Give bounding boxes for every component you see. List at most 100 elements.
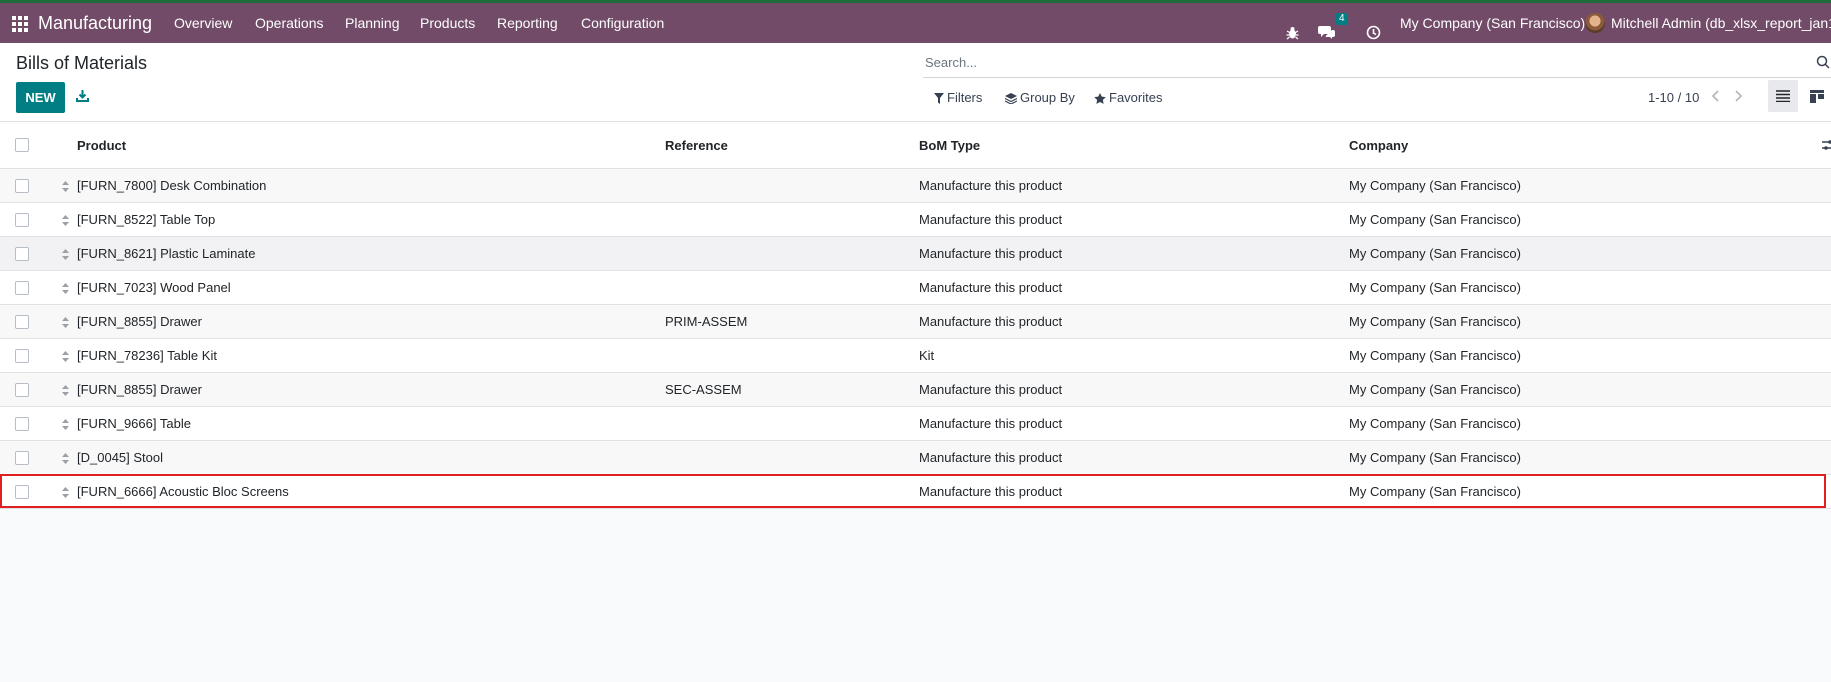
user-menu[interactable]: Mitchell Admin (db_xlsx_report_jan17: [1611, 3, 1831, 43]
user-avatar[interactable]: [1585, 13, 1605, 33]
cell-bom-type: Manufacture this product: [919, 314, 1063, 329]
debug-bug-icon[interactable]: [1286, 16, 1299, 40]
search-input[interactable]: [925, 49, 1725, 75]
drag-handle-icon[interactable]: [62, 282, 69, 297]
row-checkbox[interactable]: [15, 314, 29, 329]
cell-bom-type: Manufacture this product: [919, 280, 1063, 295]
star-icon: [1094, 93, 1106, 104]
new-button[interactable]: NEW: [16, 82, 65, 113]
kanban-view-icon: [1810, 90, 1824, 103]
table-row[interactable]: [D_0045] Stool Manufacture this product …: [0, 441, 1831, 475]
favorites-button[interactable]: Favorites: [1094, 90, 1162, 105]
drag-handle-icon[interactable]: [62, 418, 69, 433]
cell-bom-type: Manufacture this product: [919, 212, 1063, 227]
table-row[interactable]: [FURN_7023] Wood Panel Manufacture this …: [0, 271, 1831, 305]
cell-product: [FURN_8855] Drawer: [77, 314, 202, 329]
select-all-checkbox[interactable]: [15, 138, 29, 152]
cell-company: My Company (San Francisco): [1349, 314, 1521, 329]
header-reference[interactable]: Reference: [665, 122, 728, 168]
chat-messages-icon[interactable]: [1318, 16, 1335, 39]
menu-operations[interactable]: Operations: [255, 3, 323, 43]
row-checkbox[interactable]: [15, 178, 29, 193]
search-icon[interactable]: [1816, 55, 1830, 72]
cell-reference: PRIM-ASSEM: [665, 314, 748, 329]
table-row[interactable]: [FURN_8855] Drawer PRIM-ASSEM Manufactur…: [0, 305, 1831, 339]
table-row[interactable]: [FURN_7800] Desk Combination Manufacture…: [0, 169, 1831, 203]
menu-overview[interactable]: Overview: [174, 3, 232, 43]
cell-bom-type: Kit: [919, 348, 935, 363]
table-row[interactable]: [FURN_78236] Table Kit Kit My Company (S…: [0, 339, 1831, 373]
cell-company: My Company (San Francisco): [1349, 246, 1521, 261]
cell-company: My Company (San Francisco): [1349, 178, 1521, 193]
cell-company: My Company (San Francisco): [1349, 382, 1521, 397]
cell-product: [FURN_7023] Wood Panel: [77, 280, 231, 295]
row-checkbox[interactable]: [15, 280, 29, 295]
drag-handle-icon[interactable]: [62, 214, 69, 229]
header-product[interactable]: Product: [77, 122, 126, 168]
table-row[interactable]: [FURN_9666] Table Manufacture this produ…: [0, 407, 1831, 441]
company-switcher[interactable]: My Company (San Francisco): [1400, 3, 1585, 43]
drag-handle-icon[interactable]: [62, 350, 69, 365]
drag-handle-icon[interactable]: [62, 452, 69, 467]
cell-company: My Company (San Francisco): [1349, 450, 1521, 465]
app-menu-grid-icon[interactable]: [12, 3, 28, 43]
cell-bom-type: Manufacture this product: [919, 382, 1063, 397]
row-checkbox[interactable]: [15, 246, 29, 261]
filters-label: Filters: [947, 90, 983, 105]
drag-handle-icon[interactable]: [62, 316, 69, 331]
group-by-label: Group By: [1020, 90, 1075, 105]
menu-configuration[interactable]: Configuration: [581, 3, 664, 43]
row-checkbox[interactable]: [15, 382, 29, 397]
drag-handle-icon[interactable]: [62, 248, 69, 263]
cell-product: [FURN_8522] Table Top: [77, 212, 216, 227]
row-checkbox[interactable]: [15, 212, 29, 227]
table-row[interactable]: [FURN_6666] Acoustic Bloc Screens Manufa…: [0, 475, 1831, 509]
layers-icon: [1004, 93, 1018, 105]
table-row[interactable]: [FURN_8621] Plastic Laminate Manufacture…: [0, 237, 1831, 271]
app-brand[interactable]: Manufacturing: [38, 3, 152, 43]
list-view-icon: [1776, 90, 1790, 102]
messages-count-badge: 4: [1336, 13, 1348, 25]
menu-planning[interactable]: Planning: [345, 3, 400, 43]
cell-product: [FURN_6666] Acoustic Bloc Screens: [77, 484, 289, 499]
pager-previous-icon[interactable]: [1711, 90, 1720, 105]
cell-bom-type: Manufacture this product: [919, 450, 1063, 465]
group-by-button[interactable]: Group By: [1004, 90, 1075, 105]
list-view-button[interactable]: [1768, 80, 1798, 112]
empty-area: [0, 510, 1831, 682]
table-row[interactable]: [FURN_8855] Drawer SEC-ASSEM Manufacture…: [0, 373, 1831, 407]
cell-product: [FURN_9666] Table: [77, 416, 191, 431]
cell-product: [D_0045] Stool: [77, 450, 164, 465]
cell-company: My Company (San Francisco): [1349, 348, 1521, 363]
menu-reporting[interactable]: Reporting: [497, 3, 558, 43]
kanban-view-button[interactable]: [1804, 80, 1831, 112]
drag-handle-icon[interactable]: [62, 486, 69, 501]
table-header: Product Reference BoM Type Company: [0, 122, 1831, 169]
bom-list-table: Product Reference BoM Type Company [FURN…: [0, 122, 1831, 509]
row-checkbox[interactable]: [15, 348, 29, 363]
pager-next-icon[interactable]: [1734, 90, 1743, 105]
pager-value[interactable]: 1-10 / 10: [1648, 90, 1699, 105]
drag-handle-icon[interactable]: [62, 180, 69, 195]
filters-button[interactable]: Filters: [934, 90, 982, 105]
cell-company: My Company (San Francisco): [1349, 416, 1521, 431]
drag-handle-icon[interactable]: [62, 384, 69, 399]
menu-products[interactable]: Products: [420, 3, 475, 43]
header-company[interactable]: Company: [1349, 122, 1408, 168]
cell-bom-type: Manufacture this product: [919, 416, 1063, 431]
cell-product: [FURN_8621] Plastic Laminate: [77, 246, 256, 261]
row-checkbox[interactable]: [15, 450, 29, 465]
cell-bom-type: Manufacture this product: [919, 178, 1063, 193]
table-row[interactable]: [FURN_8522] Table Top Manufacture this p…: [0, 203, 1831, 237]
download-icon[interactable]: [76, 89, 90, 105]
cell-product: [FURN_8855] Drawer: [77, 382, 202, 397]
cell-company: My Company (San Francisco): [1349, 280, 1521, 295]
row-checkbox[interactable]: [15, 416, 29, 431]
optional-columns-icon[interactable]: [1822, 139, 1831, 154]
filter-icon: [934, 93, 944, 104]
cell-bom-type: Manufacture this product: [919, 246, 1063, 261]
activity-clock-icon[interactable]: [1366, 16, 1381, 40]
cell-product: [FURN_7800] Desk Combination: [77, 178, 267, 193]
header-bom-type[interactable]: BoM Type: [919, 122, 980, 168]
row-checkbox[interactable]: [15, 484, 29, 499]
